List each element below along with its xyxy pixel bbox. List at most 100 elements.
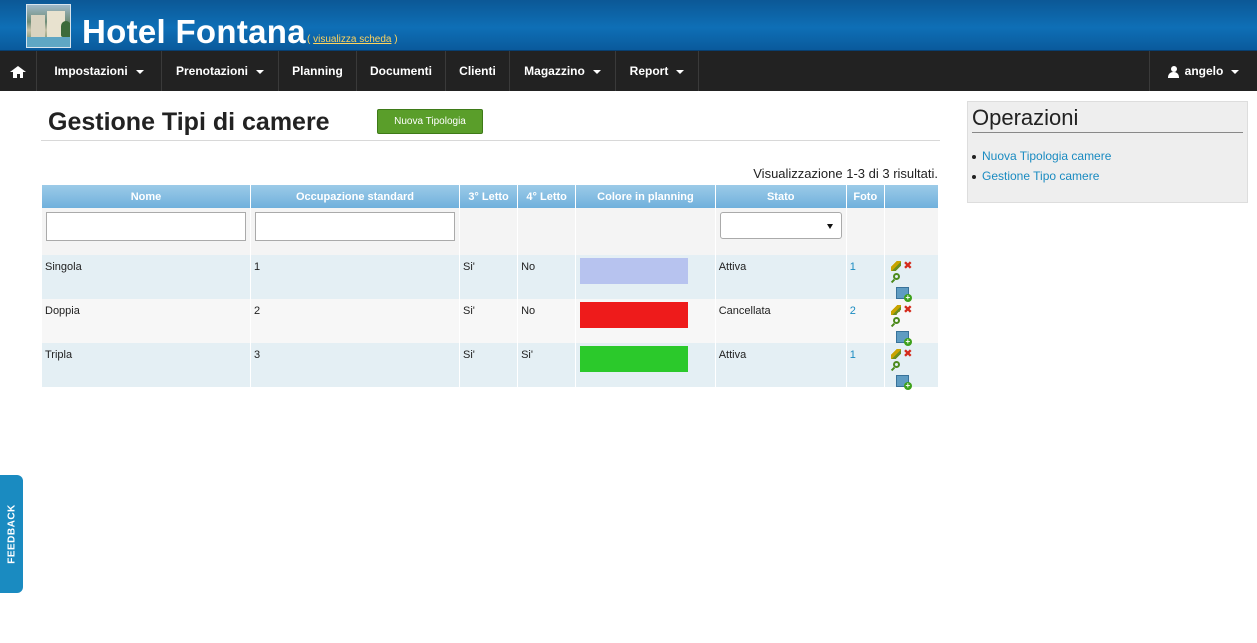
- nav-prenotazioni[interactable]: Prenotazioni: [162, 51, 279, 91]
- table-row: Singola 1 Si' No Attiva 1 ✖ +: [42, 255, 938, 302]
- caret-down-icon: [135, 69, 144, 74]
- site-header: Hotel Fontana ( visualizza scheda ): [0, 0, 1257, 51]
- nuova-tipologia-camere-link[interactable]: Nuova Tipologia camere: [982, 149, 1111, 163]
- table-header-row: Nome Occupazione standard 3° Letto 4° Le…: [42, 185, 938, 208]
- nav-documenti[interactable]: Documenti: [357, 51, 446, 91]
- cell-stato: Attiva: [715, 343, 846, 387]
- filter-row: [42, 208, 938, 255]
- logo-tree: [61, 21, 70, 37]
- col-letto4[interactable]: 4° Letto: [518, 185, 576, 208]
- visualizza-scheda-link[interactable]: visualizza scheda: [313, 34, 391, 45]
- cell-foto: 1: [846, 255, 884, 299]
- operations-title: Operazioni: [972, 105, 1079, 130]
- col-occupazione[interactable]: Occupazione standard: [251, 185, 459, 208]
- cell-actions: ✖ +: [884, 343, 938, 390]
- filter-cell: [518, 208, 576, 255]
- room-types-table: Nome Occupazione standard 3° Letto 4° Le…: [41, 185, 939, 390]
- filter-nome-input[interactable]: [46, 212, 246, 241]
- magnifier-icon[interactable]: [890, 361, 901, 372]
- filter-cell: [576, 208, 715, 255]
- cell-occupazione: 1: [251, 255, 459, 299]
- add-photo-icon[interactable]: +: [895, 331, 912, 346]
- cell-letto4: No: [518, 299, 576, 343]
- nav-user-menu[interactable]: angelo: [1149, 51, 1257, 91]
- table-row: Doppia 2 Si' No Cancellata 2 ✖ +: [42, 299, 938, 346]
- color-swatch: [580, 258, 689, 284]
- results-summary: Visualizzazione 1-3 di 3 risultati.: [753, 166, 938, 181]
- pencil-icon[interactable]: [890, 349, 901, 359]
- row-actions: ✖ +: [890, 261, 921, 302]
- cell-colore: [576, 255, 715, 299]
- filter-cell: [846, 208, 884, 255]
- nav-magazzino[interactable]: Magazzino: [510, 51, 616, 91]
- nav-prenotazioni-label: Prenotazioni: [175, 64, 248, 78]
- col-nome[interactable]: Nome: [42, 185, 250, 208]
- magnifier-icon[interactable]: [890, 317, 901, 328]
- row-actions: ✖ +: [890, 305, 921, 346]
- nav-planning[interactable]: Planning: [279, 51, 357, 91]
- cell-stato: Cancellata: [715, 299, 846, 343]
- col-colore[interactable]: Colore in planning: [576, 185, 715, 208]
- delete-icon[interactable]: ✖: [903, 305, 913, 316]
- foto-count-link[interactable]: 2: [850, 305, 856, 317]
- col-stato[interactable]: Stato: [715, 185, 846, 208]
- pencil-icon[interactable]: [890, 305, 901, 315]
- nuova-tipologia-button[interactable]: Nuova Tipologia: [377, 109, 483, 134]
- cell-actions: ✖ +: [884, 299, 938, 346]
- nav-clienti[interactable]: Clienti: [446, 51, 510, 91]
- cell-letto3: Si': [460, 343, 518, 387]
- foto-count-link[interactable]: 1: [850, 349, 856, 361]
- pencil-icon[interactable]: [890, 261, 901, 271]
- feedback-tab[interactable]: FEEDBACK: [0, 475, 23, 593]
- nav-clienti-label: Clienti: [459, 64, 496, 78]
- cell-letto3: Si': [460, 255, 518, 299]
- feedback-label: FEEDBACK: [6, 504, 17, 564]
- nav-report[interactable]: Report: [616, 51, 699, 91]
- cell-nome: Tripla: [42, 343, 250, 387]
- link-paren-close: ): [391, 34, 398, 45]
- hotel-logo[interactable]: [26, 4, 71, 48]
- operations-list: Nuova Tipologia camere Gestione Tipo cam…: [972, 146, 1111, 186]
- filter-stato-select[interactable]: [719, 212, 842, 239]
- nav-home[interactable]: [0, 51, 37, 91]
- bullet-icon: [972, 174, 976, 179]
- bullet-icon: [972, 154, 976, 159]
- cell-occupazione: 2: [251, 299, 459, 343]
- select-arrow-icon: [826, 224, 833, 229]
- filter-cell: [715, 208, 846, 255]
- nav-impostazioni-label: Impostazioni: [54, 64, 128, 78]
- magnifier-icon[interactable]: [890, 273, 901, 284]
- col-foto[interactable]: Foto: [846, 185, 884, 208]
- title-divider: [41, 140, 940, 141]
- main-navbar: Impostazioni Prenotazioni Planning Docum…: [0, 51, 1257, 91]
- site-title: Hotel Fontana: [82, 13, 306, 50]
- filter-cell: [460, 208, 518, 255]
- gestione-tipo-camere-link[interactable]: Gestione Tipo camere: [982, 169, 1099, 183]
- list-item: Gestione Tipo camere: [972, 166, 1111, 186]
- nav-documenti-label: Documenti: [369, 64, 432, 78]
- add-photo-icon[interactable]: +: [895, 375, 912, 390]
- col-letto3[interactable]: 3° Letto: [460, 185, 518, 208]
- site-link-wrap: ( visualizza scheda ): [307, 34, 398, 45]
- delete-icon[interactable]: ✖: [903, 261, 913, 272]
- cell-colore: [576, 343, 715, 387]
- user-icon: [1167, 65, 1179, 78]
- nav-impostazioni[interactable]: Impostazioni: [37, 51, 162, 91]
- operations-divider: [972, 132, 1243, 133]
- nav-report-label: Report: [629, 64, 669, 78]
- logo-pool: [27, 37, 70, 47]
- cell-actions: ✖ +: [884, 255, 938, 302]
- delete-icon[interactable]: ✖: [903, 349, 913, 360]
- cell-occupazione: 3: [251, 343, 459, 387]
- foto-count-link[interactable]: 1: [850, 261, 856, 273]
- cell-colore: [576, 299, 715, 343]
- nav-planning-label: Planning: [292, 64, 343, 78]
- nav-magazzino-label: Magazzino: [524, 64, 585, 78]
- cell-foto: 2: [846, 299, 884, 343]
- caret-down-icon: [676, 69, 685, 74]
- cell-letto4: No: [518, 255, 576, 299]
- list-item: Nuova Tipologia camere: [972, 146, 1111, 166]
- filter-cell: [251, 208, 459, 255]
- add-photo-icon[interactable]: +: [895, 287, 912, 302]
- filter-occupazione-input[interactable]: [255, 212, 455, 241]
